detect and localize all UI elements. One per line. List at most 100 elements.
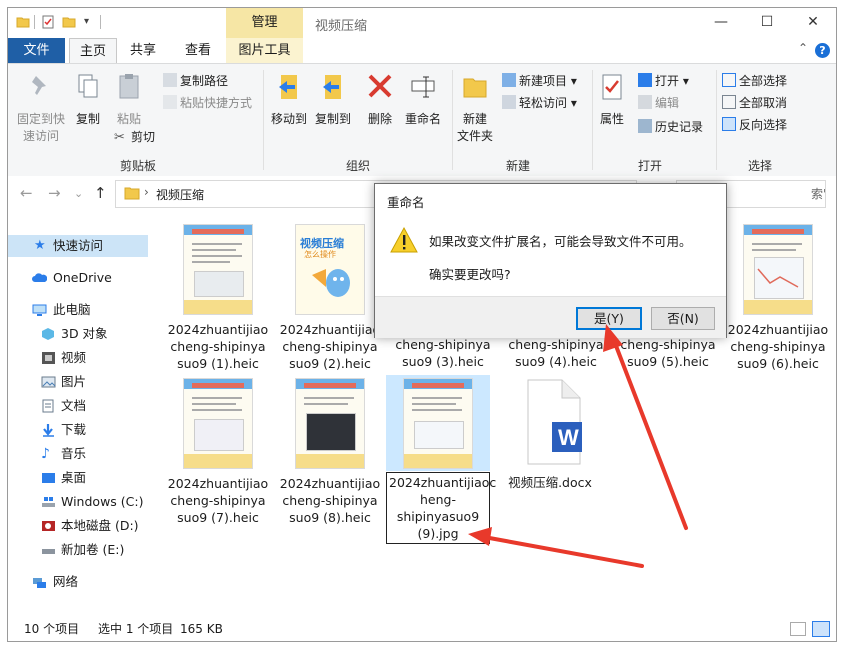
rename-button[interactable]: 重命名 [401, 72, 445, 128]
file-tile[interactable]: W 视频压缩.docx [498, 378, 602, 491]
drive-icon [42, 549, 55, 554]
select-none-icon [722, 95, 736, 109]
film-icon [42, 352, 55, 364]
file-name: 2024zhuantijiao cheng-shipinya suo9 (2).he… [279, 322, 381, 371]
file-tile[interactable]: 2024zhuantijiao cheng-shipinya suo9 (1).he… [166, 224, 270, 372]
qat-dropdown-icon[interactable]: ▾ [84, 16, 98, 30]
copy-path-button[interactable]: 复制路径 [163, 72, 228, 90]
sidebar-item-drive-e[interactable]: 新加卷 (E:) [8, 539, 148, 561]
edit-button[interactable]: 编辑 [638, 94, 679, 112]
sidebar-item-pictures[interactable]: 图片 [8, 371, 148, 393]
sidebar-item-documents[interactable]: 文档 [8, 395, 148, 417]
rename-input[interactable]: 2024zhuantijiaoc heng-shipinyasuo9 (9).jpg [386, 472, 496, 544]
sidebar-item-this-pc[interactable]: 此电脑 [8, 299, 148, 321]
no-button[interactable]: 否(N) [651, 307, 715, 330]
tab-picture-tools[interactable]: 图片工具 [226, 38, 303, 63]
edit-icon [638, 95, 652, 109]
sidebar-item-downloads[interactable]: 下载 [8, 419, 148, 441]
open-button[interactable]: 打开 ▾ [638, 72, 689, 90]
properties-button[interactable]: 属性 [594, 72, 630, 128]
delete-button[interactable]: 删除 [365, 72, 395, 128]
dialog-message: 如果改变文件扩展名，可能会导致文件不可用。 [429, 234, 692, 249]
image-thumbnail [295, 378, 365, 469]
invert-selection-button[interactable]: 反向选择 [722, 116, 787, 134]
ribbon-tabs: 文件 主页 共享 查看 图片工具 ⌃ ? [8, 38, 836, 64]
file-tile-selected[interactable] [386, 375, 490, 471]
minimize-button[interactable]: — [698, 8, 744, 38]
selection-count: 选中 1 个项目 [98, 622, 174, 636]
new-folder-icon[interactable] [62, 15, 76, 29]
select-none-button[interactable]: 全部取消 [722, 94, 787, 112]
rename-icon [411, 76, 435, 98]
history-icon [638, 119, 652, 133]
file-tile[interactable]: 2024zhuantijiao cheng-shipinya suo9 (7).he… [166, 378, 270, 526]
word-document-icon: W [527, 379, 582, 465]
svg-text:W: W [558, 425, 579, 450]
title-bar: ▾ 管理 视频压缩 — ☐ ✕ [8, 8, 836, 38]
sidebar-item-onedrive[interactable]: OneDrive [8, 267, 148, 289]
details-view-icon[interactable] [790, 622, 806, 636]
invert-selection-icon [722, 117, 736, 131]
up-icon[interactable]: ↑ [94, 184, 107, 202]
local-disk-icon [42, 521, 55, 531]
mascot-icon [312, 269, 350, 297]
tab-view[interactable]: 查看 [173, 38, 223, 63]
new-item-icon [502, 73, 516, 87]
copy-icon [78, 74, 98, 98]
sidebar-item-desktop[interactable]: 桌面 [8, 467, 148, 489]
folder-icon[interactable] [16, 15, 30, 29]
sidebar-item-videos[interactable]: 视频 [8, 347, 148, 369]
yes-button[interactable]: 是(Y) [576, 307, 642, 330]
image-thumbnail [743, 224, 813, 315]
file-tile[interactable]: 2024zhuantijiao cheng-shipinya suo9 (6).he… [726, 224, 830, 372]
tab-file[interactable]: 文件 [8, 38, 65, 63]
back-icon[interactable]: ← [20, 184, 33, 202]
dialog-question: 确实要更改吗? [429, 267, 511, 282]
close-button[interactable]: ✕ [790, 8, 836, 38]
collapse-ribbon-icon[interactable]: ⌃ [798, 41, 808, 55]
properties-icon[interactable] [41, 15, 55, 29]
tab-share[interactable]: 共享 [118, 38, 168, 63]
cut-button[interactable]: ✂ 剪切 [114, 128, 155, 146]
sidebar-item-music[interactable]: ♪ 音乐 [8, 443, 148, 465]
help-icon[interactable]: ? [815, 43, 830, 58]
breadcrumb[interactable]: 视频压缩 [156, 186, 204, 203]
maximize-button[interactable]: ☐ [744, 8, 790, 38]
file-tile[interactable]: 2024zhuantijiao cheng-shipinya suo9 (8).he… [278, 378, 382, 526]
forward-icon[interactable]: → [48, 184, 61, 202]
new-item-button[interactable]: 新建项目 ▾ [502, 72, 577, 90]
history-button[interactable]: 历史记录 [638, 118, 703, 136]
paste-shortcut-icon [163, 95, 177, 109]
sidebar-item-quick-access[interactable]: ★ 快速访问 [8, 235, 148, 257]
copy-to-button[interactable]: 复制到 [311, 72, 355, 128]
paste-button[interactable]: 粘贴 [110, 72, 148, 128]
sidebar-item-drive-c[interactable]: Windows (C:) [8, 491, 148, 513]
computer-icon [32, 304, 47, 316]
select-all-button[interactable]: 全部选择 [722, 72, 787, 90]
move-to-button[interactable]: 移动到 [267, 72, 311, 128]
tab-home[interactable]: 主页 [69, 38, 117, 64]
sidebar-item-network[interactable]: 网络 [8, 571, 148, 593]
move-to-icon [279, 75, 297, 99]
rename-label: 重命名 [404, 112, 441, 126]
selection-size: 165 KB [180, 622, 223, 636]
properties-label: 属性 [599, 112, 624, 126]
image-thumbnail [403, 378, 473, 469]
copy-to-icon [323, 75, 341, 99]
copy-path-icon [163, 73, 177, 87]
sidebar-item-3d-objects[interactable]: 3D 对象 [8, 323, 148, 345]
large-icons-view-icon[interactable] [812, 621, 830, 637]
copy-button[interactable]: 复制 [70, 72, 106, 128]
recent-dropdown-icon[interactable]: ⌄ [74, 187, 83, 200]
pin-quick-access-button[interactable]: 固定到快 速访问 [12, 72, 70, 145]
music-note-icon: ♪ [41, 446, 50, 462]
easy-access-button[interactable]: 轻松访问 ▾ [502, 94, 577, 112]
paste-shortcut-button[interactable]: 粘贴快捷方式 [163, 94, 252, 112]
file-tile[interactable]: 视频压缩 怎么操作 2024zhuantijiao cheng-shipinya s… [278, 224, 382, 372]
file-name: 2024zhuantijiao cheng-shipinya suo9 (7).he… [167, 476, 269, 525]
sidebar-item-drive-d[interactable]: 本地磁盘 (D:) [8, 515, 148, 537]
cube-icon [42, 328, 54, 340]
file-name: cheng-shipinya suo9 (5).heic [620, 337, 716, 369]
new-folder-button[interactable]: 新建 文件夹 [455, 72, 495, 145]
new-group-label: 新建 [505, 159, 530, 173]
